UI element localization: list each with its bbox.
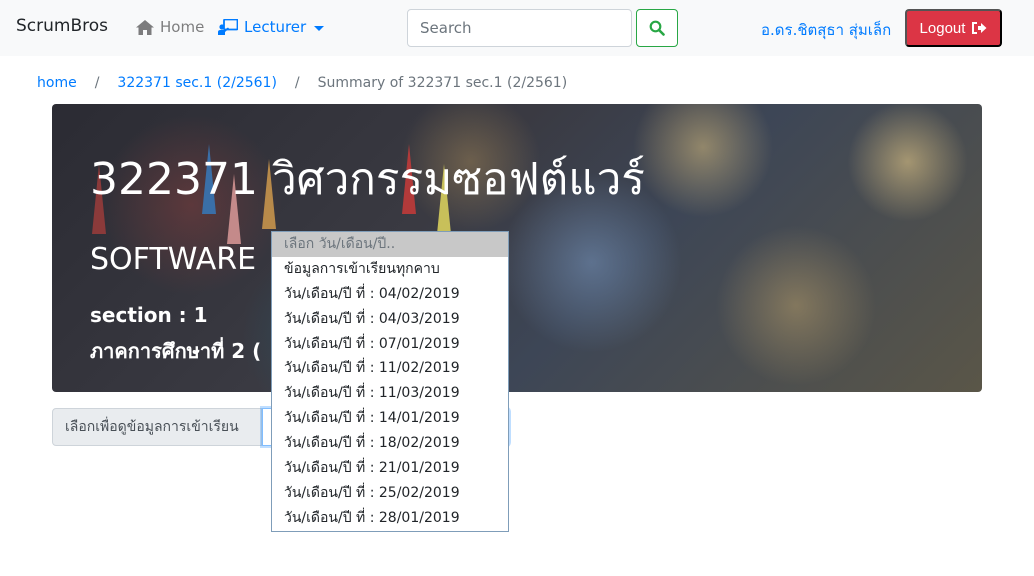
dropdown-option[interactable]: วัน/เดือน/ปี ที่ : 25/02/2019 [272,481,508,506]
breadcrumb-current: Summary of 322371 sec.1 (2/2561) [317,75,568,91]
breadcrumb-home[interactable]: home [37,75,77,91]
dropdown-option-placeholder[interactable]: เลือก วัน/เดือน/ปี.. [272,232,508,257]
dropdown-option[interactable]: วัน/เดือน/ปี ที่ : 21/01/2019 [272,456,508,481]
logout-button[interactable]: Logout [905,9,1002,47]
course-title: 322371 วิศวกรรมซอฟต์แวร์ [90,154,645,205]
nav-lecturer-dropdown[interactable]: Lecturer [218,18,325,36]
course-subtitle: SOFTWARE [90,242,257,277]
dropdown-option[interactable]: วัน/เดือน/ปี ที่ : 18/02/2019 [272,431,508,456]
nav-home-link[interactable]: Home [136,18,204,36]
attendance-select-label: เลือกเพื่อดูข้อมูลการเข้าเรียน [52,408,262,446]
dropdown-option[interactable]: วัน/เดือน/ปี ที่ : 04/03/2019 [272,307,508,332]
breadcrumb-course[interactable]: 322371 sec.1 (2/2561) [117,75,276,91]
chalkboard-teacher-icon [218,19,238,35]
attendance-date-dropdown[interactable]: เลือก วัน/เดือน/ปี.. ข้อมูลการเข้าเรียนท… [271,231,509,532]
search-input[interactable] [407,9,632,47]
nav-lecturer-label: Lecturer [244,18,307,36]
search-button[interactable] [636,9,678,47]
breadcrumb: home / 322371 sec.1 (2/2561) / Summary o… [37,75,567,91]
course-banner: 322371 วิศวกรรมซอฟต์แวร์ SOFTWARE sectio… [52,104,982,392]
brand-logo[interactable]: ScrumBros [16,16,108,36]
search-icon [649,20,665,36]
home-icon [136,19,154,35]
sign-out-icon [972,22,987,34]
course-section: section : 1 [90,303,208,327]
breadcrumb-separator: / [294,75,300,91]
chevron-down-icon [314,25,325,31]
dropdown-option[interactable]: วัน/เดือน/ปี ที่ : 28/01/2019 [272,506,508,531]
dropdown-option[interactable]: วัน/เดือน/ปี ที่ : 04/02/2019 [272,282,508,307]
navbar: ScrumBros Home Lecturer อ.ดร.ชิตสุธา สุ่… [0,0,1034,56]
nav-home-label: Home [160,18,205,36]
dropdown-option[interactable]: ข้อมูลการเข้าเรียนทุกคาบ [272,257,508,282]
breadcrumb-separator: / [94,75,100,91]
dropdown-option[interactable]: วัน/เดือน/ปี ที่ : 11/02/2019 [272,356,508,381]
dropdown-option[interactable]: วัน/เดือน/ปี ที่ : 07/01/2019 [272,332,508,357]
logout-label: Logout [919,19,966,37]
dropdown-option[interactable]: วัน/เดือน/ปี ที่ : 11/03/2019 [272,381,508,406]
user-name-link[interactable]: อ.ดร.ชิตสุธา สุ่มเล็ก [761,18,891,42]
dropdown-option[interactable]: วัน/เดือน/ปี ที่ : 14/01/2019 [272,406,508,431]
course-term: ภาคการศึกษาที่ 2 ( [90,339,262,363]
